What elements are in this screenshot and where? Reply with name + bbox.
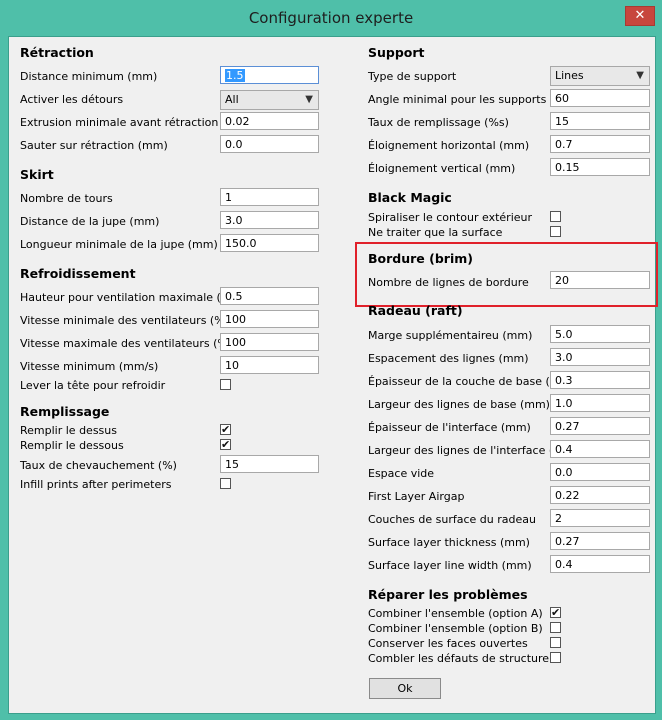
support-xy-input[interactable]: 0.7 [550,135,650,153]
fill-bottom-checkbox[interactable]: ✔ [220,439,231,450]
head-lift-checkbox[interactable] [220,379,231,390]
combing-select[interactable]: All ▼ [220,90,319,110]
surface-only-label: Ne traiter que la surface [368,226,503,239]
support-header: Support [368,45,425,60]
raft-base-thickness-input[interactable]: 0.3 [550,371,650,389]
support-type-value: Lines [555,69,584,82]
min-distance-input[interactable]: 1.5 [220,66,319,84]
skirt-line-count-label: Nombre de tours [20,192,113,205]
skirt-min-length-input[interactable]: 150.0 [220,234,319,252]
raft-line-spacing-label: Espacement des lignes (mm) [368,352,529,365]
extensive-stitching-checkbox[interactable] [550,652,561,663]
overlap-label: Taux de chevauchement (%) [20,459,177,472]
overlap-input[interactable]: 15 [220,455,319,473]
raft-line-spacing-input[interactable]: 3.0 [550,348,650,366]
support-z-input[interactable]: 0.15 [550,158,650,176]
raft-airgap-input[interactable]: 0.0 [550,463,650,481]
fan-max-label: Vitesse maximale des ventilateurs (%) [20,337,233,350]
min-speed-label: Vitesse minimum (mm/s) [20,360,159,373]
brim-line-count-input[interactable]: 20 [550,271,650,289]
raft-surface-layers-input[interactable]: 2 [550,509,650,527]
first-layer-airgap-label: First Layer Airgap [368,490,465,503]
infill-after-perimeters-checkbox[interactable] [220,478,231,489]
raft-surface-thickness-label: Surface layer thickness (mm) [368,536,530,549]
dialog-window: Configuration experte ✕ Rétraction Dista… [0,0,662,720]
extensive-stitching-label: Combler les défauts de structure [368,652,550,665]
zhop-label: Sauter sur rétraction (mm) [20,139,168,152]
raft-surface-width-input[interactable]: 0.4 [550,555,650,573]
raft-interface-thickness-label: Épaisseur de l'interface (mm) [368,421,531,434]
union-a-label: Combiner l'ensemble (option A) [368,607,543,620]
fan-max-input[interactable]: 100 [220,333,319,351]
cool-header: Refroidissement [20,266,136,281]
support-fill-input[interactable]: 15 [550,112,650,130]
ok-button[interactable]: Ok [369,678,441,699]
union-a-checkbox[interactable]: ✔ [550,607,561,618]
keep-open-checkbox[interactable] [550,637,561,648]
support-fill-label: Taux de remplissage (%s) [368,116,509,129]
min-speed-input[interactable]: 10 [220,356,319,374]
skirt-header: Skirt [20,167,54,182]
skirt-distance-input[interactable]: 3.0 [220,211,319,229]
black-magic-header: Black Magic [368,190,452,205]
retraction-header: Rétraction [20,45,94,60]
skirt-line-count-input[interactable]: 1 [220,188,319,206]
brim-line-count-label: Nombre de lignes de bordure [368,276,529,289]
raft-interface-width-input[interactable]: 0.4 [550,440,650,458]
union-b-label: Combiner l'ensemble (option B) [368,622,543,635]
support-angle-input[interactable]: 60 [550,89,650,107]
raft-interface-width-label: Largeur des lignes de l'interface (mm) [368,444,579,457]
raft-surface-layers-label: Couches de surface du radeau [368,513,536,526]
min-distance-label: Distance minimum (mm) [20,70,158,83]
keep-open-label: Conserver les faces ouvertes [368,637,528,650]
support-angle-label: Angle minimal pour les supports (deg) [368,93,580,106]
infill-header: Remplissage [20,404,110,419]
chevron-down-icon: ▼ [636,70,644,81]
raft-base-thickness-label: Épaisseur de la couche de base (mm) [368,375,576,388]
zhop-input[interactable]: 0.0 [220,135,319,153]
combing-label: Activer les détours [20,93,124,106]
support-xy-label: Éloignement horizontal (mm) [368,139,530,152]
skirt-min-length-label: Longueur minimale de la jupe (mm) [20,238,218,251]
support-type-label: Type de support [368,70,457,83]
surface-only-checkbox[interactable] [550,226,561,237]
fan-full-height-label: Hauteur pour ventilation maximale (mm) [20,291,247,304]
raft-airgap-label: Espace vide [368,467,435,480]
fill-top-checkbox[interactable]: ✔ [220,424,231,435]
fix-header: Réparer les problèmes [368,587,528,602]
raft-margin-input[interactable]: 5.0 [550,325,650,343]
title-bar[interactable]: Configuration experte ✕ [0,0,662,36]
infill-after-perimeters-label: Infill prints after perimeters [20,478,172,491]
spiralize-label: Spiraliser le contour extérieur [368,211,533,224]
fill-bottom-label: Remplir le dessous [20,439,124,452]
fill-top-label: Remplir le dessus [20,424,117,437]
raft-margin-label: Marge supplémentaireu (mm) [368,329,533,342]
close-icon[interactable]: ✕ [625,6,655,26]
raft-base-width-input[interactable]: 1.0 [550,394,650,412]
raft-interface-thickness-input[interactable]: 0.27 [550,417,650,435]
fan-min-input[interactable]: 100 [220,310,319,328]
window-title: Configuration experte [248,9,414,27]
dialog-client: Rétraction Distance minimum (mm) 1.5 Act… [8,36,658,714]
support-type-select[interactable]: Lines ▼ [550,66,650,86]
spiralize-checkbox[interactable] [550,211,561,222]
min-extrusion-input[interactable]: 0.02 [220,112,319,130]
support-z-label: Éloignement vertical (mm) [368,162,516,175]
fan-full-height-input[interactable]: 0.5 [220,287,319,305]
raft-surface-width-label: Surface layer line width (mm) [368,559,532,572]
skirt-distance-label: Distance de la jupe (mm) [20,215,160,228]
raft-surface-thickness-input[interactable]: 0.27 [550,532,650,550]
union-b-checkbox[interactable] [550,622,561,633]
fan-min-label: Vitesse minimale des ventilateurs (%) [20,314,229,327]
brim-header: Bordure (brim) [368,251,473,266]
min-distance-value: 1.5 [225,69,245,82]
chevron-down-icon: ▼ [305,94,313,105]
raft-header: Radeau (raft) [368,303,463,318]
head-lift-label: Lever la tête pour refroidir [20,379,166,392]
min-extrusion-label: Extrusion minimale avant rétraction (mm) [20,116,252,129]
first-layer-airgap-input[interactable]: 0.22 [550,486,650,504]
raft-base-width-label: Largeur des lignes de base (mm) [368,398,550,411]
combing-value: All [225,93,239,106]
